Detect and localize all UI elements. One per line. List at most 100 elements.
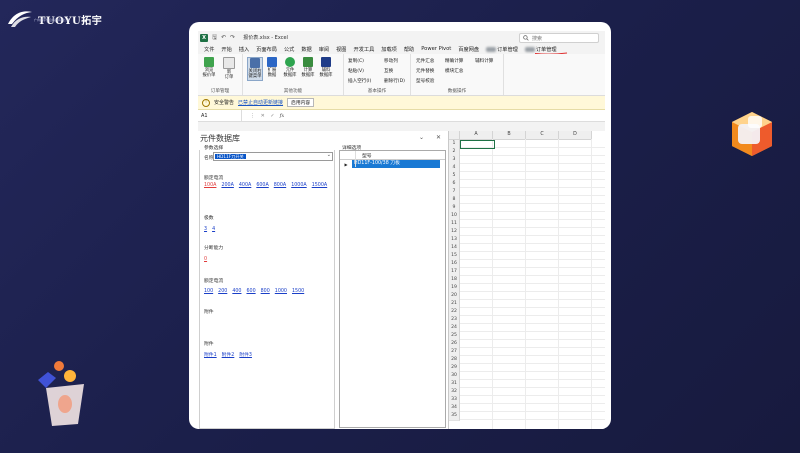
tab-baidu[interactable]: 百度网盘 (458, 46, 479, 53)
calc-db-button[interactable]: 计算 数据库 (301, 57, 315, 78)
save-icon[interactable]: 🖫 (212, 33, 217, 43)
move-column-button[interactable]: 移动列 (384, 58, 398, 64)
close-icon[interactable]: ✕ (436, 134, 441, 141)
select-all-corner[interactable] (449, 131, 460, 140)
tab-order-manage-1[interactable]: 订单管理 (486, 46, 518, 53)
model-check-button[interactable]: 型号校验 (416, 78, 434, 84)
option-1000a[interactable]: 1000A (291, 183, 307, 188)
accessory-db-button[interactable]: 辅料 数据库 (319, 57, 333, 78)
frame-option-1000[interactable]: 1000 (275, 289, 287, 294)
spreadsheet-grid[interactable]: A B C D 1 2 3 4 5 6 7 8 9 10 11 12 13 14 15 16 17 18 19 20 21 22 2… (449, 131, 605, 429)
tab-developer[interactable]: 开发工具 (354, 46, 375, 53)
grid-line (460, 371, 605, 372)
extend-data-button[interactable]: 扩展 数据 (265, 57, 279, 78)
breaking-options: 0 (204, 257, 328, 262)
option-800a[interactable]: 800A (274, 183, 286, 188)
fx-icon[interactable]: fx (280, 113, 285, 119)
insert-row-button[interactable]: 插入空行(I) (348, 78, 371, 84)
frame-option-1500[interactable]: 1500 (292, 289, 304, 294)
tab-file[interactable]: 文件 (204, 46, 214, 53)
tab-power-pivot[interactable]: Power Pivot (421, 46, 451, 52)
component-summary-button[interactable]: 元件汇总 (416, 58, 434, 64)
grid-line (460, 363, 605, 364)
grid-line (460, 251, 605, 252)
option-400a[interactable]: 400A (239, 183, 251, 188)
chevron-down-icon[interactable]: ⌄ (419, 134, 424, 141)
accessory-option-2[interactable]: 附件2 (222, 351, 235, 358)
search-input[interactable]: 搜索 (519, 33, 599, 43)
enable-content-button[interactable]: 启用内容 (287, 98, 315, 107)
browse-quote-button[interactable]: 浏览 报价单 (202, 57, 216, 78)
grid-line (460, 307, 605, 308)
paste-button[interactable]: 粘贴(V) (348, 68, 364, 74)
component-database-pane: 元件数据库 ⌄ ✕ 参数选择 详细选项 名称 HD11F刀开关 ⌄ 额定电流 1… (198, 131, 449, 429)
brand-subtitle: 广州拓宇信息科技有限公司 (34, 18, 71, 22)
frame-option-600[interactable]: 600 (246, 289, 255, 294)
detail-header-model: 型号 (362, 153, 372, 159)
option-100a[interactable]: 100A (204, 183, 216, 188)
new-order-button[interactable]: 新 订单 (222, 57, 236, 80)
accessory-option-3[interactable]: 附件3 (239, 351, 252, 358)
accessory-option-1[interactable]: 附件1 (204, 351, 217, 358)
option-600a[interactable]: 600A (256, 183, 268, 188)
tab-insert[interactable]: 插入 (239, 46, 249, 53)
option-3[interactable]: 3 (204, 227, 207, 232)
column-header[interactable]: A (460, 131, 493, 140)
grid-line (460, 387, 605, 388)
option-4[interactable]: 4 (212, 227, 215, 232)
option-0[interactable]: 0 (204, 257, 207, 262)
undo-icon[interactable]: ↶ (221, 34, 226, 41)
frame-option-800[interactable]: 800 (261, 289, 270, 294)
tab-help[interactable]: 帮助 (404, 46, 414, 53)
ribbon-group-basic: 复制(C) 移动列 粘贴(V) 互换 插入空行(I) 删除行(D) 基本操作 (344, 54, 411, 95)
copy-button[interactable]: 复制(C) (348, 58, 364, 64)
security-message-link[interactable]: 已禁止自动更新链接 (238, 99, 283, 106)
module-summary-button[interactable]: 模块汇总 (445, 68, 463, 74)
component-replace-button[interactable]: 元件替换 (416, 68, 434, 74)
tab-page-layout[interactable]: 页面布局 (256, 46, 277, 53)
redo-icon[interactable]: ↷ (230, 34, 235, 41)
security-warning-bar: ! 安全警告 已禁止自动更新链接 启用内容 (198, 96, 605, 110)
tuoyu-logo-icon (8, 11, 32, 27)
title-bar: X 🖫 ↶ ↷ 报价表.xlsx - Excel 搜索 (198, 31, 605, 44)
row-header[interactable]: 35 (449, 412, 460, 421)
grid-line (460, 355, 605, 356)
tab-addins[interactable]: 加载项 (381, 46, 397, 53)
grid-line (460, 211, 605, 212)
tab-view[interactable]: 视图 (336, 46, 346, 53)
precise-calc-button[interactable]: 精确计算 (445, 58, 463, 64)
grid-line (460, 291, 605, 292)
active-cell-a1[interactable] (460, 140, 495, 149)
option-1500a[interactable]: 1500A (312, 183, 328, 188)
table-icon (321, 57, 331, 67)
tab-formulas[interactable]: 公式 (284, 46, 294, 53)
grid-line (460, 411, 605, 412)
name-select[interactable]: HD11F刀开关 ⌄ (213, 152, 333, 161)
frame-option-100[interactable]: 100 (204, 289, 213, 294)
name-box[interactable]: A1 (198, 110, 242, 121)
frame-option-400[interactable]: 400 (232, 289, 241, 294)
blurred-icon (524, 46, 535, 52)
delete-row-button[interactable]: 删除行(D) (384, 78, 405, 84)
tab-data[interactable]: 数据 (301, 46, 311, 53)
swap-button[interactable]: 互换 (384, 68, 393, 74)
search-icon (523, 35, 529, 41)
column-header[interactable]: C (526, 131, 559, 140)
column-header[interactable]: B (493, 131, 526, 140)
frame-option-200[interactable]: 200 (218, 289, 227, 294)
grid-line (492, 139, 493, 429)
ribbon: 浏览 报价单 新 订单 订单管理 关闭右 键菜单 扩展 数据 元件 数据库 计算… (198, 54, 605, 96)
ribbon-group-order: 浏览 报价单 新 订单 订单管理 (198, 54, 243, 95)
tab-home[interactable]: 开始 (221, 46, 231, 53)
column-header[interactable]: D (559, 131, 592, 140)
component-db-button[interactable]: 元件 数据库 (283, 57, 297, 78)
option-200a[interactable]: 200A (221, 183, 233, 188)
detail-list: 型号 ▶ HD11F-100/38 刀板 (339, 150, 446, 428)
grid-line (460, 235, 605, 236)
accessory-calc-button[interactable]: 辅料计算 (475, 58, 493, 64)
grid-line (460, 259, 605, 260)
database-icon (285, 57, 295, 67)
tab-review[interactable]: 审阅 (319, 46, 329, 53)
close-context-menu-button[interactable]: 关闭右 键菜单 (247, 57, 263, 81)
formula-controls: ⋮ ✕ ✓ (250, 112, 277, 119)
